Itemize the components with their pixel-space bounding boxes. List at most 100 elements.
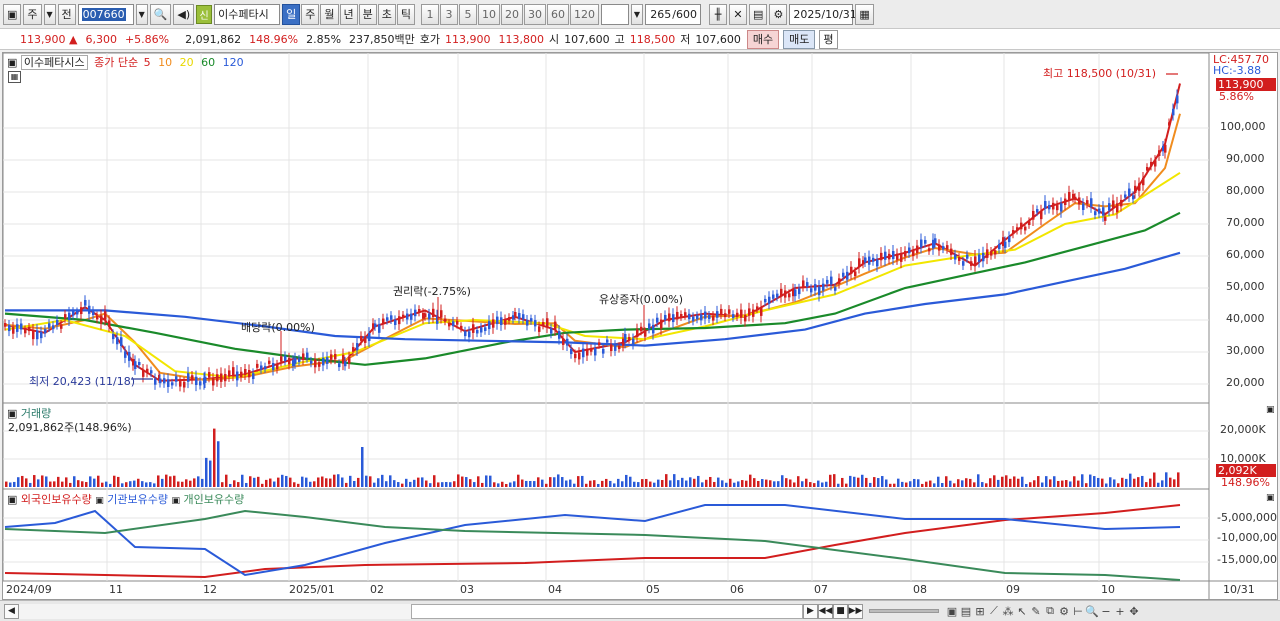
interval-button[interactable]: 30	[524, 3, 546, 25]
sell-button[interactable]: 매도	[783, 29, 816, 49]
line-tool-icon[interactable]: ⟋	[987, 604, 1001, 618]
period-tab-month[interactable]: 월	[320, 3, 339, 25]
buy-button[interactable]: 매수	[746, 29, 780, 49]
custom-interval-dropdown-icon[interactable]: ▼	[631, 3, 643, 25]
volume-bar	[889, 483, 892, 487]
window-menu-icon[interactable]: ▣	[3, 3, 22, 25]
settings-icon[interactable]: ⚙	[1057, 604, 1071, 618]
layout-icon[interactable]: ▣	[945, 604, 959, 618]
volume-bar	[297, 483, 300, 487]
volume-bar	[337, 474, 340, 487]
search-icon[interactable]: 🔍	[149, 3, 172, 25]
candle-body	[1074, 196, 1077, 200]
move-icon[interactable]: ✥	[1127, 604, 1141, 618]
period-tab-year[interactable]: 년	[339, 3, 358, 25]
price-tick: 60,000	[1226, 248, 1265, 261]
interval-button[interactable]: 20	[501, 3, 523, 25]
scroll-left-icon[interactable]: ◀	[4, 603, 19, 619]
crosshair-icon[interactable]: ✕	[729, 3, 747, 25]
average-button[interactable]: 평	[819, 29, 838, 49]
volume-bar	[29, 482, 32, 487]
stock-label[interactable]: 이수페타시스	[20, 55, 88, 70]
volume-bar	[537, 477, 540, 487]
volume-bar	[209, 460, 212, 487]
market-type-select[interactable]: 주	[23, 3, 42, 25]
ma-period-120: 120	[222, 56, 244, 69]
stop-icon[interactable]: ■	[833, 603, 848, 619]
ma-period-20: 20	[179, 56, 194, 69]
candle-body	[167, 379, 170, 387]
period-tab-tick[interactable]: 틱	[396, 3, 415, 25]
play-icon[interactable]: ▶	[803, 603, 818, 619]
volume-bar	[973, 482, 976, 487]
zoom-slider[interactable]	[869, 609, 939, 613]
candle-body	[954, 254, 957, 260]
fast-forward-icon[interactable]: ▶▶	[848, 603, 863, 619]
volume-bar	[873, 477, 876, 487]
measure-icon[interactable]: ⊢	[1071, 604, 1085, 618]
search-zoom-icon[interactable]: 🔍	[1085, 604, 1099, 618]
chart-type-icon[interactable]: ╫	[709, 3, 727, 25]
market-type-dropdown-icon[interactable]: ▼	[43, 3, 56, 25]
interval-button[interactable]: 60	[547, 3, 569, 25]
period-tab-minute[interactable]: 분	[358, 3, 377, 25]
rewind-icon[interactable]: ◀◀	[818, 603, 833, 619]
stock-code-dropdown-icon[interactable]: ▼	[135, 3, 148, 25]
interval-button[interactable]: 120	[570, 3, 599, 25]
chart-svg[interactable]	[3, 53, 1277, 599]
volume-bar	[1029, 482, 1032, 487]
volume-bar	[857, 477, 860, 487]
scrollbar-track[interactable]	[19, 603, 411, 619]
chart-area[interactable]: ▣ 이수페타시스 종가 단순 5 10 20 60 120 ▦ LC:457.7…	[2, 52, 1278, 600]
volume-bar	[189, 480, 192, 487]
custom-interval-input[interactable]	[601, 3, 629, 25]
view-mode-button[interactable]: 전	[57, 3, 76, 25]
volume-panel-close-icon[interactable]: ▣	[1266, 405, 1275, 415]
volume-bar	[173, 475, 176, 487]
holdings-panel-close-icon[interactable]: ▣	[1266, 493, 1275, 503]
candle-body	[570, 348, 573, 355]
period-tabs: 일 주 월 년 분 초 틱	[282, 3, 415, 25]
volume-ratio: 148.96%	[249, 32, 299, 46]
interval-button[interactable]: 10	[478, 3, 500, 25]
volume-bar	[225, 474, 228, 487]
save-icon[interactable]: ▤	[749, 3, 768, 25]
cursor-icon[interactable]: ↖	[1015, 604, 1029, 618]
calendar-small-icon[interactable]: ▦	[8, 71, 21, 83]
candle-body	[838, 278, 841, 284]
period-tab-second[interactable]: 초	[377, 3, 396, 25]
zoom-out-icon[interactable]: −	[1099, 604, 1113, 618]
period-tab-week[interactable]: 주	[301, 3, 320, 25]
zoom-in-icon[interactable]: +	[1113, 604, 1127, 618]
candle-body	[632, 338, 635, 345]
volume-bar	[669, 480, 672, 487]
period-tab-day[interactable]: 일	[282, 3, 301, 25]
interval-button[interactable]: 1	[421, 3, 439, 25]
gear-icon[interactable]: ⚙	[769, 3, 788, 25]
candle-body	[526, 319, 529, 326]
scrollbar-thumb[interactable]	[411, 603, 803, 619]
pen-icon[interactable]: ✎	[1029, 604, 1043, 618]
volume-bar	[285, 475, 288, 487]
interval-button[interactable]: 5	[459, 3, 477, 25]
calendar-icon[interactable]: ▦	[855, 3, 874, 25]
sound-icon[interactable]: ◀)	[173, 3, 195, 25]
candle-body	[530, 318, 533, 322]
grid-icon[interactable]: ⊞	[973, 604, 987, 618]
candle-body	[1094, 211, 1097, 216]
copy-icon[interactable]: ⧉	[1043, 604, 1057, 618]
candle-body	[264, 366, 267, 370]
date-input[interactable]: 2025/10/31	[789, 3, 857, 25]
candle-body	[842, 272, 845, 277]
volume-bar	[1041, 482, 1044, 487]
volume-bar	[177, 481, 180, 487]
volume-bar	[945, 476, 948, 487]
volume-bar	[585, 483, 588, 487]
pattern-icon[interactable]: ⁂	[1001, 604, 1015, 618]
compare-icon[interactable]: ▤	[959, 604, 973, 618]
stock-code-input[interactable]: 007660	[77, 3, 134, 25]
interval-button[interactable]: 3	[440, 3, 458, 25]
volume-bar	[313, 481, 316, 487]
volume-bar	[937, 476, 940, 487]
count-field[interactable]: 265 /600	[645, 3, 701, 25]
